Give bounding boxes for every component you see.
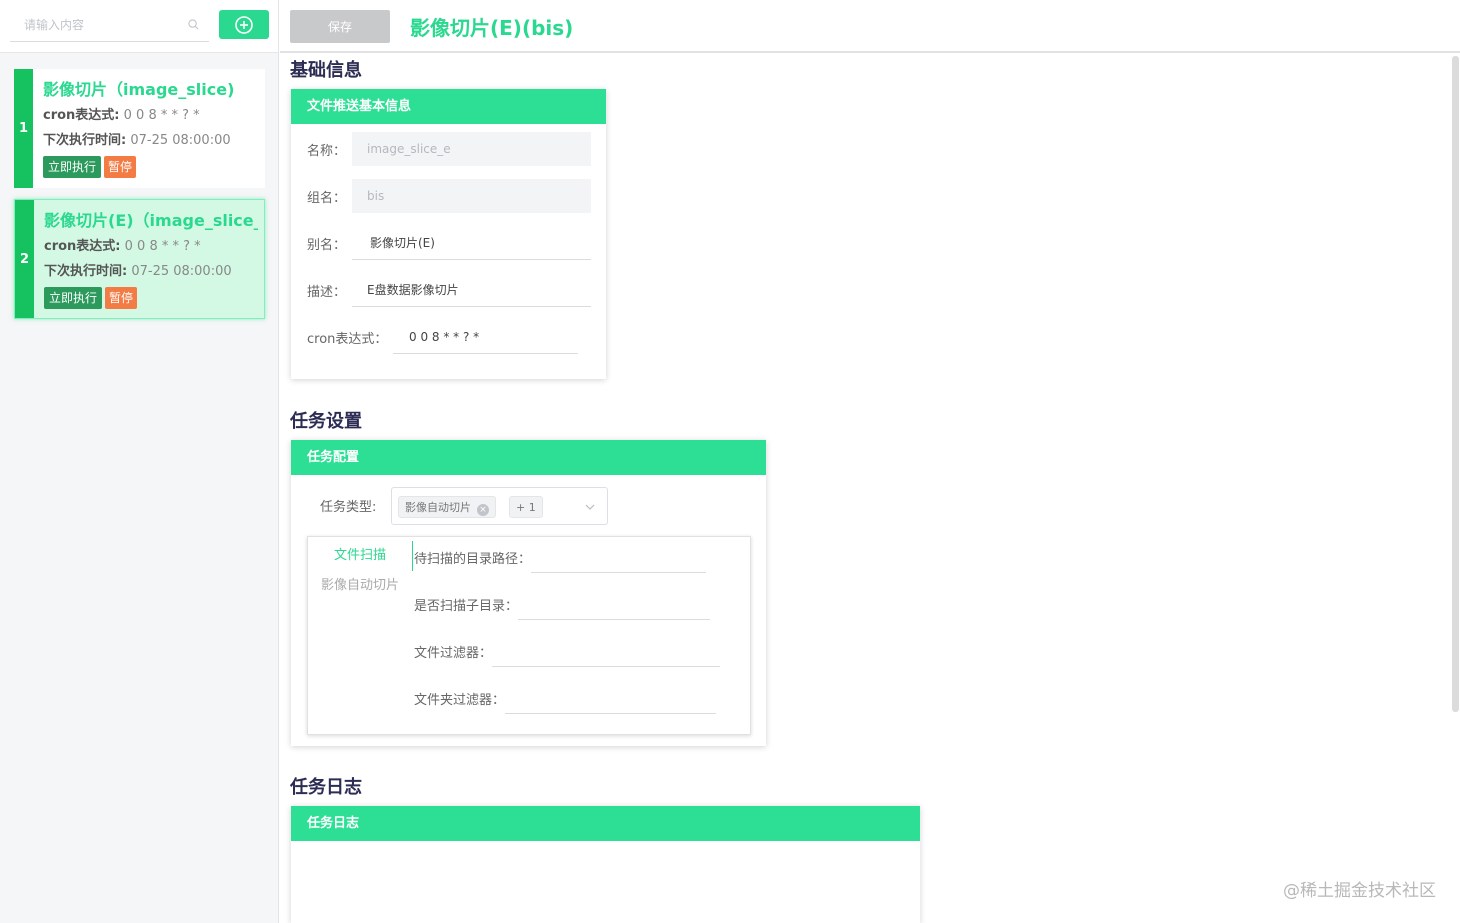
tab-image-slice[interactable]: 影像自动切片 — [308, 576, 412, 596]
task-type-tag: 影像自动切片 × — [398, 496, 496, 518]
panel-header: 文件推送基本信息 — [291, 89, 606, 124]
cron-label: cron表达式: — [43, 108, 120, 123]
alias-row: 别名： 影像切片(E) — [307, 226, 591, 260]
task-config-panel: 任务配置 任务类型: 影像自动切片 × + 1 文件扫描 影像自动切片 待扫描的目… — [291, 440, 766, 746]
cron-row: cron表达式： 0 0 8 * * ? * — [307, 320, 578, 354]
main-scrollbar[interactable] — [1452, 56, 1459, 712]
basic-info-panel: 文件推送基本信息 名称： image_slice_e 组名： bis 别名： 影… — [291, 89, 606, 379]
cron-value: 0 0 8 * * ? * — [119, 108, 200, 123]
watermark: @稀土掘金技术社区 — [1283, 881, 1436, 901]
section-title-log: 任务日志 — [290, 777, 362, 798]
description-row: 描述： E盘数据影像切片 — [307, 273, 591, 307]
panel-header: 任务配置 — [291, 440, 766, 475]
search-icon[interactable] — [188, 19, 199, 30]
file-filter-field[interactable] — [492, 635, 721, 667]
search-box — [10, 9, 209, 42]
section-title-task: 任务设置 — [290, 411, 362, 432]
folder-filter-label: 文件夹过滤器： — [414, 692, 506, 708]
name-field[interactable]: image_slice_e — [352, 132, 591, 166]
folder-filter-field[interactable] — [505, 682, 717, 714]
description-field[interactable]: E盘数据影像切片 — [352, 273, 591, 307]
save-button[interactable]: 保存 — [290, 10, 390, 43]
cron-value: 0 0 8 * * ? * — [120, 239, 201, 254]
scan-path-field[interactable] — [531, 541, 707, 573]
task-card[interactable]: 1 影像切片（image_slice) cron表达式: 0 0 8 * * ?… — [14, 69, 265, 188]
task-title: 影像切片(E)（image_slice_e) — [44, 211, 258, 230]
scan-subdir-label: 是否扫描子目录： — [414, 598, 519, 614]
task-index: 1 — [14, 69, 33, 188]
run-now-button[interactable]: 立即执行 — [43, 156, 102, 178]
sidebar-toolbar — [0, 0, 278, 53]
tag-text: 影像自动切片 — [405, 501, 471, 514]
active-tab-indicator — [412, 541, 413, 571]
task-log-panel: 任务日志 — [291, 806, 920, 923]
plus-circle-icon — [235, 15, 253, 34]
tab-file-scan[interactable]: 文件扫描 — [308, 546, 412, 566]
pause-button[interactable]: 暂停 — [104, 156, 137, 178]
next-run-value: 07-25 08:00:00 — [127, 264, 232, 279]
scan-path-label: 待扫描的目录路径： — [414, 551, 532, 567]
group-field[interactable]: bis — [352, 179, 591, 213]
section-title-basic: 基础信息 — [290, 60, 362, 81]
task-type-label: 任务类型: — [320, 500, 377, 515]
name-label: 名称： — [307, 143, 347, 159]
search-input[interactable] — [10, 9, 180, 41]
panel-header: 任务日志 — [291, 806, 920, 841]
cron-field[interactable]: 0 0 8 * * ? * — [393, 320, 578, 354]
alias-label: 别名： — [307, 237, 347, 253]
group-label: 组名： — [307, 190, 347, 206]
folder-filter-row: 文件夹过滤器： — [414, 682, 717, 714]
next-run-label: 下次执行时间: — [44, 264, 128, 279]
name-row: 名称： image_slice_e — [307, 132, 591, 166]
scan-subdir-row: 是否扫描子目录： — [414, 588, 711, 620]
sidebar: 1 影像切片（image_slice) cron表达式: 0 0 8 * * ?… — [0, 0, 279, 923]
task-type-more-tag: + 1 — [509, 496, 543, 518]
tag-close-icon[interactable]: × — [477, 504, 489, 516]
task-title: 影像切片（image_slice) — [43, 80, 235, 99]
main-header: 保存 影像切片(E)(bis) — [280, 0, 1460, 53]
task-index: 2 — [15, 200, 34, 318]
run-now-button[interactable]: 立即执行 — [44, 287, 103, 309]
file-filter-row: 文件过滤器： — [414, 635, 721, 667]
scan-subdir-field[interactable] — [518, 588, 711, 620]
task-card-selected[interactable]: 2 影像切片(E)（image_slice_e) cron表达式: 0 0 8 … — [14, 199, 265, 319]
cron-label: cron表达式: — [44, 239, 121, 254]
pause-button[interactable]: 暂停 — [105, 287, 138, 309]
description-label: 描述： — [307, 284, 347, 300]
next-run-value: 07-25 08:00:00 — [126, 133, 231, 148]
file-filter-label: 文件过滤器： — [414, 645, 493, 661]
group-row: 组名： bis — [307, 179, 591, 213]
chevron-down-icon — [585, 504, 595, 510]
cron-label: cron表达式： — [307, 331, 388, 347]
add-task-button[interactable] — [219, 10, 269, 39]
scan-path-row: 待扫描的目录路径： — [414, 541, 707, 573]
alias-field[interactable]: 影像切片(E) — [352, 226, 591, 260]
task-type-select[interactable]: 影像自动切片 × + 1 — [391, 487, 608, 525]
page-title: 影像切片(E)(bis) — [410, 16, 574, 40]
next-run-label: 下次执行时间: — [43, 133, 127, 148]
task-config-tabs: 文件扫描 影像自动切片 待扫描的目录路径： 是否扫描子目录： 文件过滤器： 文件… — [307, 536, 751, 735]
